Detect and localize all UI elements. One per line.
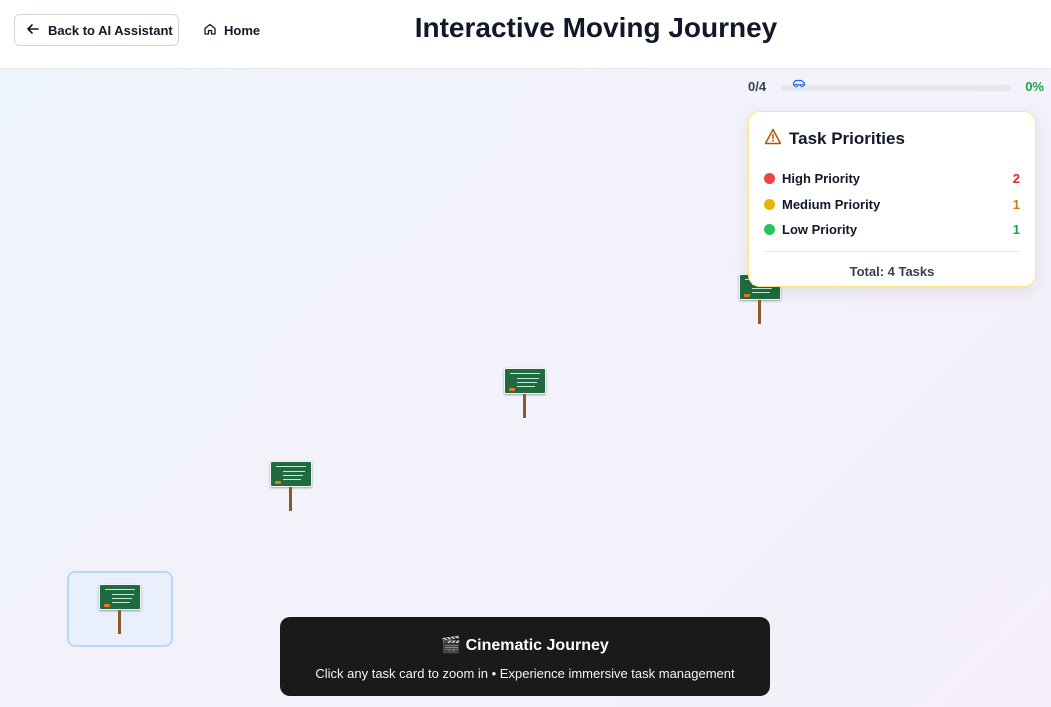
progress-percent: 0% (1025, 79, 1044, 94)
car-icon (792, 75, 806, 93)
high-priority-dot (764, 173, 775, 185)
progress-bar (781, 85, 1011, 91)
low-priority-dot (764, 224, 775, 236)
top-header: Back to AI Assistant Home Interactive Mo… (0, 0, 1051, 69)
task-signpost[interactable] (270, 461, 312, 513)
cinematic-journey-banner: 🎬 Cinematic Journey Click any task card … (280, 617, 770, 696)
back-to-ai-assistant-button[interactable]: Back to AI Assistant (14, 14, 179, 46)
signpost-board (504, 368, 546, 394)
signpost-pole (118, 610, 121, 634)
priority-count: 2 (1012, 171, 1020, 187)
signpost-pole (523, 394, 526, 418)
banner-subtitle: Click any task card to zoom in • Experie… (315, 666, 735, 681)
task-signpost[interactable] (99, 584, 141, 636)
task-signpost[interactable] (504, 368, 546, 420)
arrow-left-icon (26, 22, 40, 39)
warning-triangle-icon (764, 128, 782, 150)
home-icon (203, 22, 217, 39)
card-title: Task Priorities (789, 129, 905, 148)
priority-count: 1 (1012, 196, 1020, 212)
home-link[interactable]: Home (203, 14, 260, 46)
priority-count: 1 (1012, 222, 1020, 238)
signpost-board (270, 461, 312, 487)
banner-title: 🎬 Cinematic Journey (441, 637, 609, 654)
medium-priority-dot (764, 198, 775, 210)
divider (764, 250, 1020, 252)
page-title: Interactive Moving Journey (414, 12, 778, 43)
priority-row-high: High Priority 2 (764, 166, 1020, 192)
priority-label: Low Priority (782, 222, 858, 238)
priority-row-low: Low Priority 1 (764, 217, 1020, 243)
task-priorities-card: Task Priorities High Priority 2 Medium P… (748, 111, 1036, 287)
signpost-pole (289, 487, 292, 511)
signpost-board (99, 584, 141, 610)
progress-count: 0/4 (748, 79, 767, 94)
priority-row-medium: Medium Priority 1 (764, 192, 1020, 218)
total-tasks: Total: 4 Tasks (849, 263, 935, 279)
home-label: Home (224, 22, 261, 38)
back-button-label: Back to AI Assistant (48, 22, 173, 38)
priority-label: Medium Priority (782, 196, 881, 212)
priority-label: High Priority (782, 171, 861, 187)
signpost-pole (758, 300, 761, 324)
journey-progress: 0/4 0% (748, 77, 1044, 97)
